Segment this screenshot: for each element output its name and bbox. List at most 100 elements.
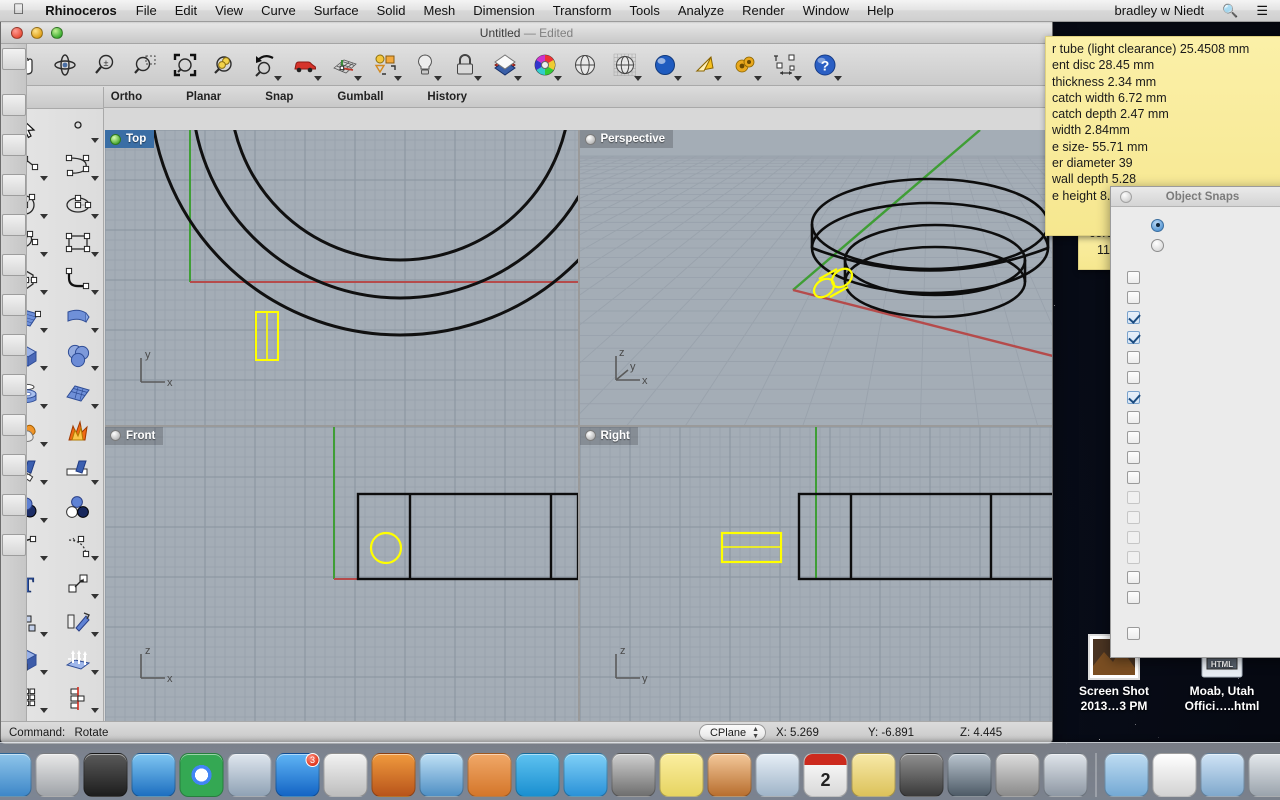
disable-all-row[interactable]: [1111, 623, 1280, 643]
viewport-perspective[interactable]: Perspective z y x: [579, 130, 1052, 425]
dock-finder-icon[interactable]: [0, 753, 32, 797]
checkbox-icon[interactable]: [1127, 450, 1140, 464]
osnap-midpoint[interactable]: [1111, 327, 1280, 347]
dock-downloads-icon[interactable]: [1200, 753, 1245, 797]
radio-button-icon[interactable]: [1151, 238, 1164, 252]
dock-photoshop-icon[interactable]: [467, 753, 512, 797]
osnap-center[interactable]: [1111, 347, 1280, 367]
rendered-viewport-icon[interactable]: [645, 46, 685, 84]
surface-patch-icon[interactable]: [52, 375, 103, 413]
gumball-toggle[interactable]: Gumball: [331, 91, 389, 103]
dropdown-arrow-icon[interactable]: [394, 75, 402, 81]
menubar-user[interactable]: bradley w Niedt: [1106, 3, 1214, 18]
help-icon[interactable]: ?: [805, 46, 845, 84]
menu-item-help[interactable]: Help: [858, 0, 903, 22]
checkbox-icon[interactable]: [1127, 350, 1140, 364]
curve-interp-icon[interactable]: [52, 147, 103, 185]
layer-icon[interactable]: [2, 254, 26, 276]
dropdown-arrow-icon[interactable]: [40, 670, 48, 675]
dock-camera-icon[interactable]: [1043, 753, 1088, 797]
cplane-dropdown[interactable]: CPlane ▲ ▼: [698, 724, 766, 741]
dock-illustrator-icon[interactable]: [419, 753, 464, 797]
dropdown-arrow-icon[interactable]: [40, 176, 48, 181]
menu-items[interactable]: File Edit View Curve Surface Solid Mesh Dimensi…: [127, 0, 903, 22]
move-icon[interactable]: [52, 565, 103, 603]
menu-item-curve[interactable]: Curve: [252, 0, 305, 22]
lights-icon[interactable]: [405, 46, 445, 84]
dock-notes-icon[interactable]: [851, 753, 896, 797]
menu-item-view[interactable]: View: [206, 0, 252, 22]
osnap-near[interactable]: [1111, 287, 1280, 307]
dock-time-machine-icon[interactable]: [947, 753, 992, 797]
dock-stickies-icon[interactable]: [659, 753, 704, 797]
close-button[interactable]: [11, 26, 23, 39]
layers-icon[interactable]: [485, 46, 525, 84]
dock-quicktime-icon[interactable]: [995, 753, 1040, 797]
dropdown-arrow-icon[interactable]: [40, 518, 48, 523]
dock-calendar-icon[interactable]: 2: [803, 753, 848, 797]
menu-app-name[interactable]: Rhinoceros: [35, 0, 127, 22]
osnap-vertex[interactable]: [1111, 467, 1280, 487]
set-cplane-icon[interactable]: [325, 46, 365, 84]
mode-toggle-bar[interactable]: Osnap Ortho Planar Snap Gumball History: [1, 86, 1052, 108]
point-icon[interactable]: [52, 109, 103, 147]
checkbox-icon[interactable]: [1127, 390, 1140, 404]
osnap-quadrant[interactable]: [1111, 427, 1280, 447]
dropdown-arrow-icon[interactable]: [91, 708, 99, 713]
explode-icon[interactable]: [52, 413, 103, 451]
zoom-window-icon[interactable]: [125, 46, 165, 84]
dropdown-arrow-icon[interactable]: [714, 75, 722, 81]
menu-item-solid[interactable]: Solid: [368, 0, 415, 22]
osnap-tangent[interactable]: [1111, 407, 1280, 427]
osnap-smarttrack[interactable]: [1111, 587, 1280, 607]
rotate-icon[interactable]: [52, 603, 103, 641]
viewport-menu-dot-icon[interactable]: [584, 133, 596, 145]
viewport-top[interactable]: Top y x: [105, 130, 578, 425]
dropdown-arrow-icon[interactable]: [354, 75, 362, 81]
viewport-label-perspective[interactable]: Perspective: [579, 130, 674, 148]
dropdown-arrow-icon[interactable]: [674, 75, 682, 81]
zoom-extents-icon[interactable]: [165, 46, 205, 84]
checkbox-icon[interactable]: [1127, 310, 1140, 324]
grid-toggle-icon[interactable]: [2, 134, 26, 156]
dim-icon[interactable]: [2, 334, 26, 356]
dock-keynote-icon[interactable]: [899, 753, 944, 797]
dropdown-arrow-icon[interactable]: [91, 404, 99, 409]
split-icon[interactable]: [52, 451, 103, 489]
props-icon[interactable]: [2, 374, 26, 396]
dropdown-arrow-icon[interactable]: [91, 366, 99, 371]
object-snaps-titlebar[interactable]: Object Snaps: [1111, 187, 1280, 207]
dropdown-arrow-icon[interactable]: [91, 328, 99, 333]
minimize-palette-icon[interactable]: [2, 48, 26, 70]
dropdown-arrow-icon[interactable]: [40, 252, 48, 257]
menu-item-window[interactable]: Window: [794, 0, 858, 22]
dropdown-arrow-icon[interactable]: [91, 480, 99, 485]
select-objects-icon[interactable]: [365, 46, 405, 84]
dock-messages-icon[interactable]: [563, 753, 608, 797]
dropdown-arrow-icon[interactable]: [514, 75, 522, 81]
curve-tools-icon[interactable]: [52, 527, 103, 565]
checkbox-icon[interactable]: [1127, 626, 1140, 640]
surface-sweep-icon[interactable]: [52, 299, 103, 337]
checkbox-icon[interactable]: [1127, 590, 1140, 604]
osnap-mode-persistent[interactable]: [1111, 215, 1280, 235]
mac-menu-bar[interactable]:  Rhinoceros FileEditViewCurveSurfaceSol…: [0, 0, 1280, 22]
checkbox-icon[interactable]: [1127, 330, 1140, 344]
dropdown-arrow-icon[interactable]: [91, 214, 99, 219]
dropdown-arrow-icon[interactable]: [314, 75, 322, 81]
osnap-intersection[interactable]: [1111, 367, 1280, 387]
dropdown-arrow-icon[interactable]: [40, 442, 48, 447]
fillet-curve-icon[interactable]: [52, 261, 103, 299]
dropdown-arrow-icon[interactable]: [91, 556, 99, 561]
window-controls[interactable]: [1, 26, 63, 39]
osnap-mode-group[interactable]: [1111, 215, 1280, 255]
checkbox-icon[interactable]: [1127, 410, 1140, 424]
main-toolbar[interactable]: ±?: [1, 44, 1052, 86]
osnap-knot[interactable]: [1111, 447, 1280, 467]
dock-folder-apps-icon[interactable]: [1104, 753, 1149, 797]
dock-skype-icon[interactable]: [515, 753, 560, 797]
planar-toggle[interactable]: Planar: [180, 91, 227, 103]
ellipse-icon[interactable]: [52, 185, 103, 223]
view-icon[interactable]: [2, 414, 26, 436]
checkbox-icon[interactable]: [1127, 430, 1140, 444]
